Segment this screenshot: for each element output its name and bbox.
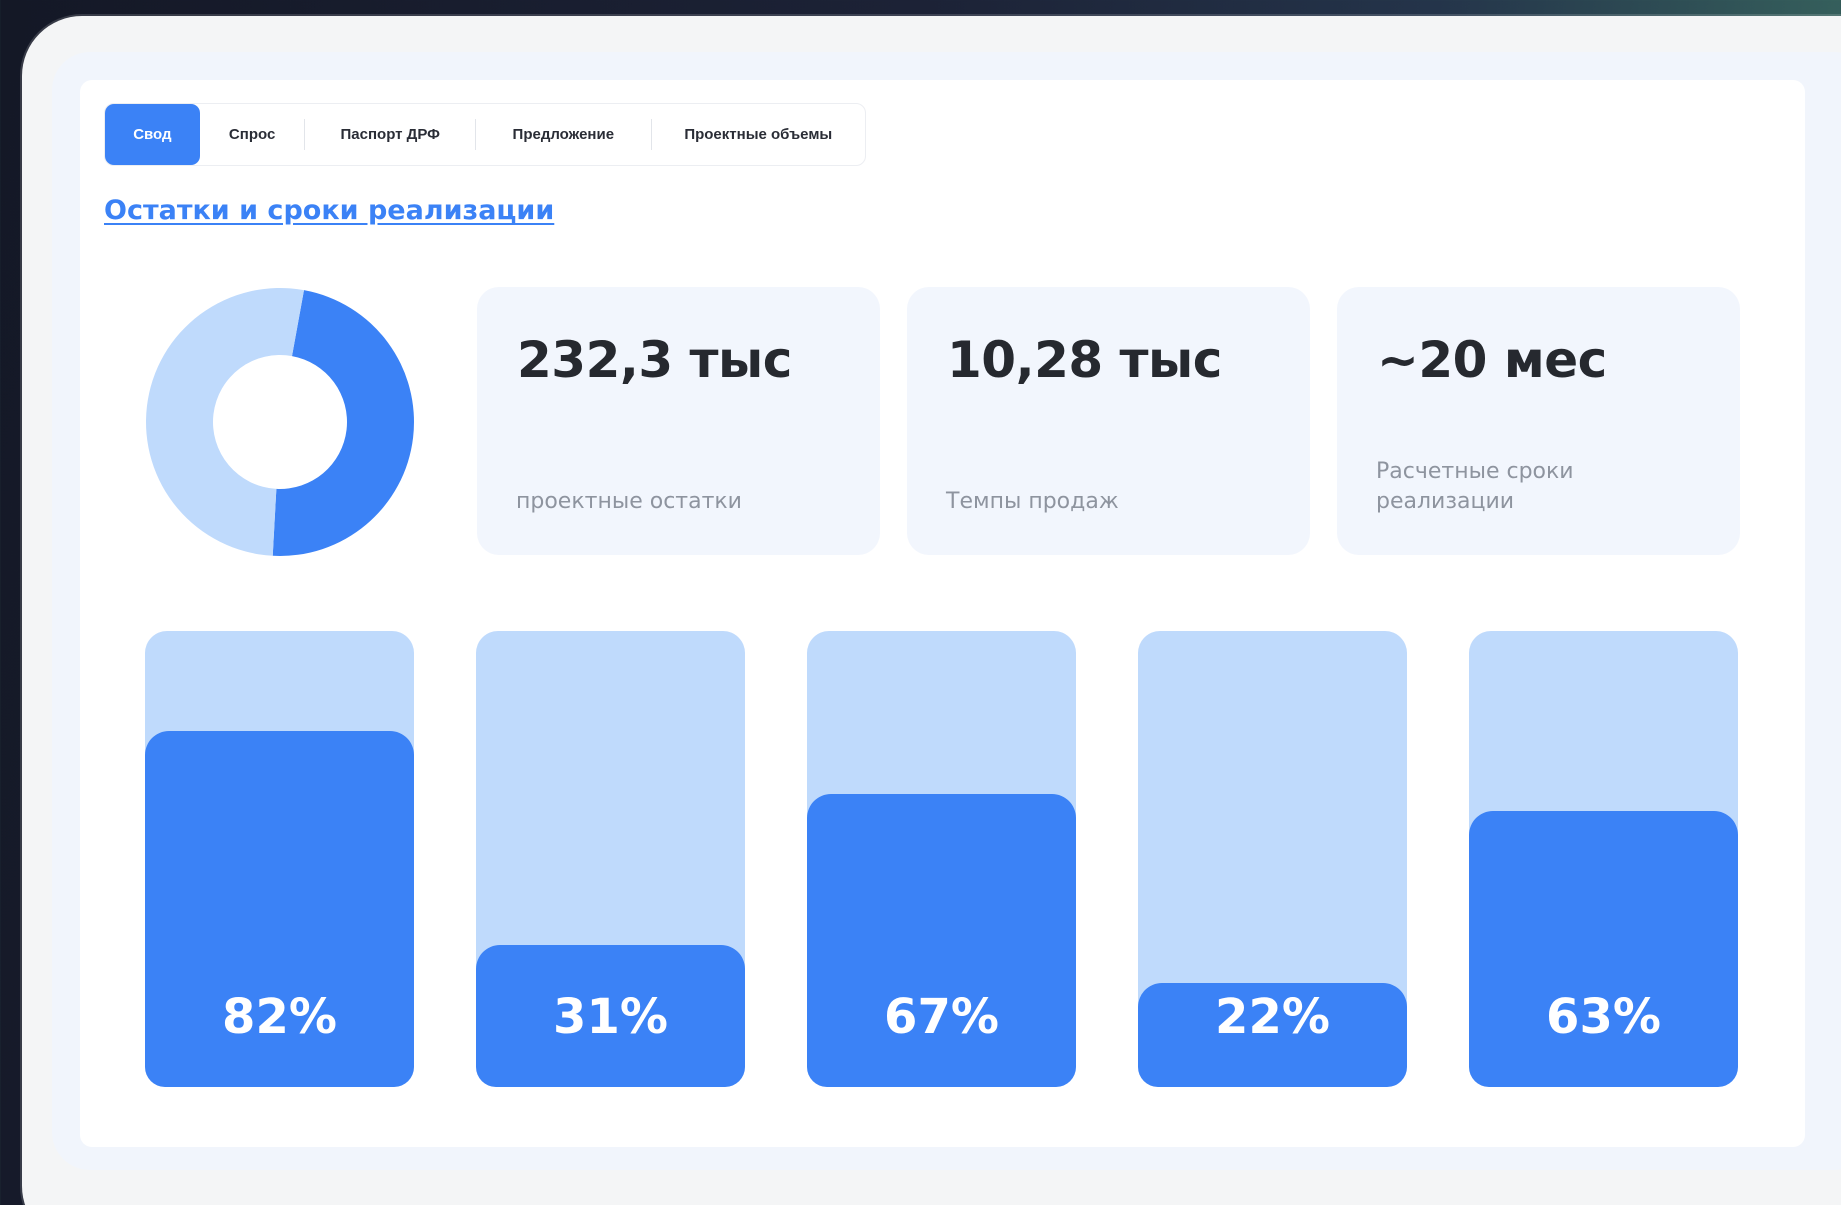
bar-fill: 31%	[476, 945, 745, 1087]
bar-value-label: 22%	[1215, 989, 1330, 1045]
bar-track: 63%	[1469, 631, 1738, 1087]
bar-value-label: 82%	[222, 989, 337, 1045]
bar-fill: 82%	[145, 731, 414, 1087]
bar-fill: 67%	[807, 794, 1076, 1087]
dashboard-screen: Свод Спрос Паспорт ДРФ Предложение Проек…	[80, 80, 1805, 1147]
bar-fill: 63%	[1469, 811, 1738, 1087]
bar-track: 31%	[476, 631, 745, 1087]
bar-value-label: 63%	[1546, 989, 1661, 1045]
bar-chart: 82% 31% 67% 22% 63%	[80, 80, 1805, 1147]
bar-track: 67%	[807, 631, 1076, 1087]
bar-track: 82%	[145, 631, 414, 1087]
bar-value-label: 67%	[884, 989, 999, 1045]
bar-track: 22%	[1138, 631, 1407, 1087]
bar-value-label: 31%	[553, 989, 668, 1045]
bar-fill: 22%	[1138, 983, 1407, 1087]
